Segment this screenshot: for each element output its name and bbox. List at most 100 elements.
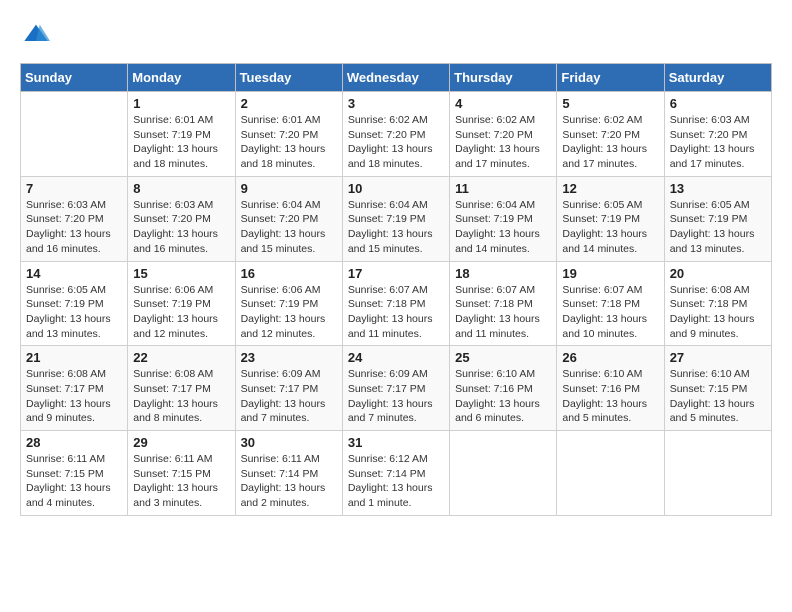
day-number: 10 [348,181,444,196]
calendar-cell [21,92,128,177]
day-number: 28 [26,435,122,450]
cell-info: Sunrise: 6:08 AM Sunset: 7:18 PM Dayligh… [670,283,766,342]
calendar-cell: 25 Sunrise: 6:10 AM Sunset: 7:16 PM Dayli… [450,346,557,431]
calendar-cell: 1Sunrise: 6:01 AM Sunset: 7:19 PM Daylig… [128,92,235,177]
cell-info: Sunrise: 6:09 AM Sunset: 7:17 PM Dayligh… [348,367,444,426]
calendar-cell: 26 Sunrise: 6:10 AM Sunset: 7:16 PM Dayli… [557,346,664,431]
cell-info: Sunrise: 6:05 AM Sunset: 7:19 PM Dayligh… [26,283,122,342]
cell-info: Sunrise: 6:09 AM Sunset: 7:17 PM Dayligh… [241,367,337,426]
day-number: 22 [133,350,229,365]
calendar-header-row: SundayMondayTuesdayWednesdayThursdayFrid… [21,64,772,92]
cell-info: Sunrise: 6:02 AM Sunset: 7:20 PM Dayligh… [562,113,658,172]
cell-info: Sunrise: 6:08 AM Sunset: 7:17 PM Dayligh… [133,367,229,426]
calendar-cell: 22 Sunrise: 6:08 AM Sunset: 7:17 PM Dayli… [128,346,235,431]
calendar-cell: 8Sunrise: 6:03 AM Sunset: 7:20 PM Daylig… [128,176,235,261]
cell-info: Sunrise: 6:07 AM Sunset: 7:18 PM Dayligh… [348,283,444,342]
day-number: 1 [133,96,229,111]
day-number: 20 [670,266,766,281]
calendar-cell: 7 Sunrise: 6:03 AM Sunset: 7:20 PM Daylig… [21,176,128,261]
cell-info: Sunrise: 6:05 AM Sunset: 7:19 PM Dayligh… [670,198,766,257]
calendar-cell: 11 Sunrise: 6:04 AM Sunset: 7:19 PM Dayli… [450,176,557,261]
header-sunday: Sunday [21,64,128,92]
cell-info: Sunrise: 6:05 AM Sunset: 7:19 PM Dayligh… [562,198,658,257]
calendar-cell: 30 Sunrise: 6:11 AM Sunset: 7:14 PM Dayli… [235,431,342,516]
cell-info: Sunrise: 6:07 AM Sunset: 7:18 PM Dayligh… [562,283,658,342]
day-number: 8 [133,181,229,196]
day-number: 21 [26,350,122,365]
cell-info: Sunrise: 6:10 AM Sunset: 7:15 PM Dayligh… [670,367,766,426]
header-thursday: Thursday [450,64,557,92]
day-number: 4 [455,96,551,111]
calendar-cell: 6 Sunrise: 6:03 AM Sunset: 7:20 PM Daylig… [664,92,771,177]
calendar-cell: 14 Sunrise: 6:05 AM Sunset: 7:19 PM Dayli… [21,261,128,346]
day-number: 7 [26,181,122,196]
calendar-cell: 31 Sunrise: 6:12 AM Sunset: 7:14 PM Dayli… [342,431,449,516]
calendar-cell: 27Sunrise: 6:10 AM Sunset: 7:15 PM Dayli… [664,346,771,431]
week-row-1: 1Sunrise: 6:01 AM Sunset: 7:19 PM Daylig… [21,92,772,177]
calendar-cell: 29 Sunrise: 6:11 AM Sunset: 7:15 PM Dayli… [128,431,235,516]
day-number: 11 [455,181,551,196]
day-number: 25 [455,350,551,365]
calendar-cell: 18 Sunrise: 6:07 AM Sunset: 7:18 PM Dayli… [450,261,557,346]
calendar-cell: 21 Sunrise: 6:08 AM Sunset: 7:17 PM Dayli… [21,346,128,431]
day-number: 13 [670,181,766,196]
header-friday: Friday [557,64,664,92]
calendar-cell: 23 Sunrise: 6:09 AM Sunset: 7:17 PM Dayli… [235,346,342,431]
cell-info: Sunrise: 6:04 AM Sunset: 7:19 PM Dayligh… [348,198,444,257]
day-number: 30 [241,435,337,450]
day-number: 5 [562,96,658,111]
calendar-cell: 10 Sunrise: 6:04 AM Sunset: 7:19 PM Dayli… [342,176,449,261]
header-saturday: Saturday [664,64,771,92]
cell-info: Sunrise: 6:03 AM Sunset: 7:20 PM Dayligh… [670,113,766,172]
cell-info: Sunrise: 6:11 AM Sunset: 7:14 PM Dayligh… [241,452,337,511]
calendar-table: SundayMondayTuesdayWednesdayThursdayFrid… [20,63,772,516]
header-tuesday: Tuesday [235,64,342,92]
week-row-5: 28 Sunrise: 6:11 AM Sunset: 7:15 PM Dayli… [21,431,772,516]
calendar-cell [450,431,557,516]
logo [20,20,50,53]
cell-info: Sunrise: 6:04 AM Sunset: 7:19 PM Dayligh… [455,198,551,257]
week-row-2: 7 Sunrise: 6:03 AM Sunset: 7:20 PM Daylig… [21,176,772,261]
page-header [20,20,772,53]
calendar-cell [557,431,664,516]
day-number: 6 [670,96,766,111]
calendar-cell: 20 Sunrise: 6:08 AM Sunset: 7:18 PM Dayli… [664,261,771,346]
cell-info: Sunrise: 6:11 AM Sunset: 7:15 PM Dayligh… [133,452,229,511]
logo-icon [22,20,50,48]
logo-container [20,20,50,53]
header-monday: Monday [128,64,235,92]
day-number: 31 [348,435,444,450]
cell-info: Sunrise: 6:12 AM Sunset: 7:14 PM Dayligh… [348,452,444,511]
day-number: 14 [26,266,122,281]
calendar-cell: 4 Sunrise: 6:02 AM Sunset: 7:20 PM Daylig… [450,92,557,177]
cell-info: Sunrise: 6:11 AM Sunset: 7:15 PM Dayligh… [26,452,122,511]
cell-info: Sunrise: 6:02 AM Sunset: 7:20 PM Dayligh… [455,113,551,172]
calendar-cell: 24 Sunrise: 6:09 AM Sunset: 7:17 PM Dayli… [342,346,449,431]
cell-info: Sunrise: 6:03 AM Sunset: 7:20 PM Dayligh… [26,198,122,257]
calendar-cell: 9 Sunrise: 6:04 AM Sunset: 7:20 PM Daylig… [235,176,342,261]
day-number: 15 [133,266,229,281]
calendar-cell: 28 Sunrise: 6:11 AM Sunset: 7:15 PM Dayli… [21,431,128,516]
day-number: 24 [348,350,444,365]
week-row-4: 21 Sunrise: 6:08 AM Sunset: 7:17 PM Dayli… [21,346,772,431]
week-row-3: 14 Sunrise: 6:05 AM Sunset: 7:19 PM Dayli… [21,261,772,346]
cell-info: Sunrise: 6:10 AM Sunset: 7:16 PM Dayligh… [455,367,551,426]
day-number: 18 [455,266,551,281]
header-wednesday: Wednesday [342,64,449,92]
cell-info: Sunrise: 6:08 AM Sunset: 7:17 PM Dayligh… [26,367,122,426]
day-number: 2 [241,96,337,111]
cell-info: Sunrise: 6:06 AM Sunset: 7:19 PM Dayligh… [241,283,337,342]
day-number: 16 [241,266,337,281]
calendar-cell: 13 Sunrise: 6:05 AM Sunset: 7:19 PM Dayli… [664,176,771,261]
cell-info: Sunrise: 6:06 AM Sunset: 7:19 PM Dayligh… [133,283,229,342]
cell-info: Sunrise: 6:07 AM Sunset: 7:18 PM Dayligh… [455,283,551,342]
day-number: 3 [348,96,444,111]
day-number: 29 [133,435,229,450]
calendar-cell: 15 Sunrise: 6:06 AM Sunset: 7:19 PM Dayli… [128,261,235,346]
cell-info: Sunrise: 6:04 AM Sunset: 7:20 PM Dayligh… [241,198,337,257]
calendar-cell [664,431,771,516]
day-number: 26 [562,350,658,365]
day-number: 9 [241,181,337,196]
day-number: 23 [241,350,337,365]
cell-info: Sunrise: 6:10 AM Sunset: 7:16 PM Dayligh… [562,367,658,426]
